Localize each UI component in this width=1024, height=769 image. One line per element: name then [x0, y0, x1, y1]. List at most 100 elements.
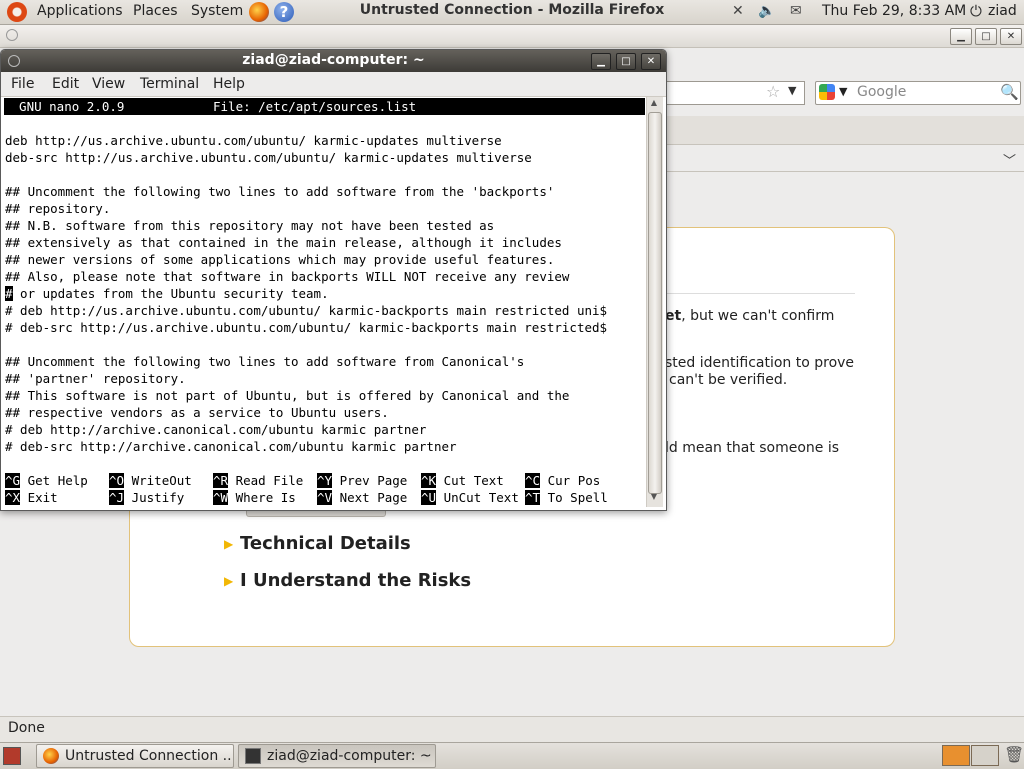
- nano-shortcut: ^Y Prev Page: [317, 472, 407, 489]
- nano-line: ## extensively as that contained in the …: [5, 235, 562, 250]
- close-button[interactable]: ✕: [1000, 28, 1022, 45]
- workspace-2[interactable]: [971, 745, 999, 766]
- nano-line: deb-src http://us.archive.ubuntu.com/ubu…: [5, 150, 532, 165]
- nano-shortcut: ^X Exit: [5, 489, 58, 506]
- shortcut-label: Cut Text: [436, 473, 504, 488]
- nano-shortcut: ^V Next Page: [317, 489, 407, 506]
- cert-text-line: et, but we can't confirm: [665, 308, 835, 324]
- search-input[interactable]: Google: [857, 84, 906, 100]
- close-button[interactable]: ✕: [641, 53, 661, 70]
- firefox-window-title: Untrusted Connection - Mozilla Firefox: [359, 2, 665, 18]
- chevron-down-icon[interactable]: ﹀: [1003, 150, 1016, 169]
- scroll-down-icon[interactable]: ▼: [646, 492, 662, 504]
- terminal-window[interactable]: ziad@ziad-computer: ~ ▁ □ ✕ File Edit Vi…: [0, 49, 667, 511]
- cert-text-line: ld mean that someone is: [665, 440, 840, 456]
- shortcut-label: Read File: [228, 473, 304, 488]
- nano-line-text: or updates from the Ubuntu security team…: [12, 286, 329, 301]
- terminal-window-title: ziad@ziad-computer: ~: [242, 52, 425, 68]
- chevron-down-icon[interactable]: ▼: [788, 84, 796, 97]
- text-cursor: #: [5, 286, 13, 301]
- firefox-titlebar[interactable]: [0, 25, 1024, 48]
- nano-filename: File: /etc/apt/sources.list: [213, 99, 417, 114]
- nano-version: GNU nano 2.0.9: [4, 99, 125, 114]
- nano-line: ## 'partner' repository.: [5, 371, 186, 386]
- shortcut-label: Next Page: [332, 490, 408, 505]
- shortcut-key: ^U: [421, 490, 437, 505]
- technical-details-link[interactable]: Technical Details: [240, 533, 411, 554]
- task-terminal[interactable]: ziad@ziad-computer: ~: [238, 744, 436, 768]
- shortcut-key: ^T: [525, 490, 541, 505]
- shortcut-label: Cur Pos: [540, 473, 601, 488]
- nano-line: ## newer versions of some applications w…: [5, 252, 555, 267]
- nano-shortcut: ^J Justify: [109, 489, 184, 506]
- nano-shortcut: ^U UnCut Text: [421, 489, 519, 506]
- shortcut-label: Justify: [124, 490, 185, 505]
- scrollbar-thumb[interactable]: [648, 112, 662, 494]
- nano-shortcut: ^W Where Is: [213, 489, 296, 506]
- shortcut-label: Exit: [20, 490, 58, 505]
- status-bar: [0, 716, 1024, 742]
- shortcut-key: ^W: [213, 490, 229, 505]
- expand-arrow-icon[interactable]: ▶: [224, 574, 233, 588]
- shortcut-label: Get Help: [20, 473, 88, 488]
- nano-line: ## repository.: [5, 201, 111, 216]
- status-text: Done: [8, 720, 45, 736]
- terminal-icon: [245, 748, 261, 764]
- search-icon[interactable]: 🔍: [1000, 83, 1019, 101]
- nano-line: ## Also, please note that software in ba…: [5, 269, 570, 284]
- shortcut-key: ^C: [525, 473, 541, 488]
- shortcut-label: UnCut Text: [436, 490, 519, 505]
- understand-risks-link[interactable]: I Understand the Risks: [240, 570, 471, 591]
- cert-text-line: can't be verified.: [669, 372, 788, 388]
- menu-help[interactable]: Help: [213, 76, 245, 92]
- shortcut-key: ^K: [421, 473, 437, 488]
- scroll-up-icon[interactable]: ▲: [646, 98, 662, 110]
- nano-line: ## N.B. software from this repository ma…: [5, 218, 495, 233]
- show-desktop-icon[interactable]: [3, 747, 21, 765]
- nano-line: ## This software is not part of Ubuntu, …: [5, 388, 570, 403]
- divider: [663, 293, 855, 294]
- nano-shortcut: ^K Cut Text: [421, 472, 504, 489]
- firefox-icon: [43, 748, 59, 764]
- shortcut-label: To Spell: [540, 490, 608, 505]
- chevron-down-icon[interactable]: ▼: [839, 85, 847, 98]
- nano-line: # deb http://archive.canonical.com/ubunt…: [5, 422, 427, 437]
- menu-file[interactable]: File: [11, 76, 34, 92]
- nano-line: # or updates from the Ubuntu security te…: [5, 285, 329, 302]
- nano-line: ## Uncomment the following two lines to …: [5, 184, 555, 199]
- expand-arrow-icon[interactable]: ▶: [224, 537, 233, 551]
- shortcut-key: ^R: [213, 473, 229, 488]
- nano-line: # deb http://us.archive.ubuntu.com/ubunt…: [5, 303, 608, 318]
- bookmarks-toolbar: [660, 145, 1024, 172]
- maximize-button[interactable]: □: [616, 53, 636, 70]
- minimize-button[interactable]: ▁: [591, 53, 611, 70]
- shortcut-label: WriteOut: [124, 473, 192, 488]
- maximize-button[interactable]: □: [975, 28, 997, 45]
- menu-edit[interactable]: Edit: [52, 76, 79, 92]
- bookmark-star-icon[interactable]: ☆: [766, 82, 780, 101]
- nano-shortcut: ^C Cur Pos: [525, 472, 600, 489]
- minimize-button[interactable]: ▁: [950, 28, 972, 45]
- nano-line: deb http://us.archive.ubuntu.com/ubuntu/…: [5, 133, 502, 148]
- menu-view[interactable]: View: [92, 76, 125, 92]
- nano-shortcut: ^T To Spell: [525, 489, 608, 506]
- nano-shortcut: ^O WriteOut: [109, 472, 192, 489]
- menu-terminal[interactable]: Terminal: [140, 76, 199, 92]
- task-label: Untrusted Connection ...: [65, 748, 234, 764]
- shortcut-key: ^J: [109, 490, 125, 505]
- shortcut-key: ^V: [317, 490, 333, 505]
- nano-shortcut: ^R Read File: [213, 472, 303, 489]
- workspace-1[interactable]: [942, 745, 970, 766]
- shortcut-key: ^G: [5, 473, 21, 488]
- window-menu-icon[interactable]: [6, 29, 18, 41]
- cert-text-line: sted identification to prove: [665, 355, 855, 371]
- task-firefox[interactable]: Untrusted Connection ...: [36, 744, 234, 768]
- url-bar[interactable]: [660, 81, 805, 105]
- trash-icon[interactable]: 🗑: [1004, 745, 1024, 764]
- nano-line: # deb-src http://us.archive.ubuntu.com/u…: [5, 320, 608, 335]
- nano-line: ## Uncomment the following two lines to …: [5, 354, 525, 369]
- shortcut-label: Where Is: [228, 490, 296, 505]
- shortcut-key: ^O: [109, 473, 125, 488]
- shortcut-label: Prev Page: [332, 473, 408, 488]
- google-icon[interactable]: [819, 84, 835, 100]
